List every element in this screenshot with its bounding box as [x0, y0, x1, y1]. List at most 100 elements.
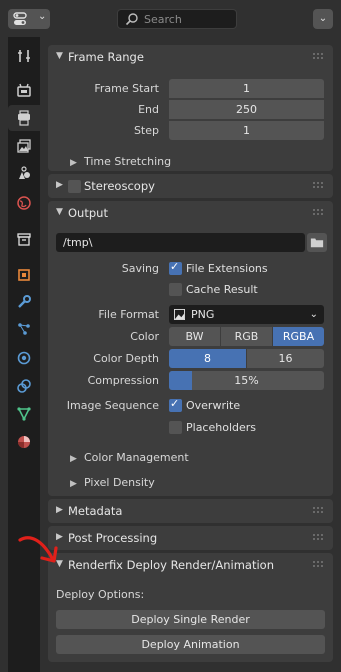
- annotation-arrow-icon: [18, 536, 58, 563]
- metadata-header[interactable]: ▶ Metadata: [48, 499, 333, 523]
- frame-range-panel: ▼ Frame Range Frame Start 1 End 250 Step…: [48, 45, 333, 171]
- view-layer-tab[interactable]: [14, 136, 34, 156]
- file-format-value: PNG: [191, 308, 215, 321]
- frame-step-label: Step: [133, 124, 159, 137]
- stereoscopy-checkbox[interactable]: [68, 180, 81, 193]
- compression-slider[interactable]: 15%: [169, 371, 324, 390]
- deploy-single-render-button[interactable]: Deploy Single Render: [56, 610, 325, 629]
- panel-title: Metadata: [68, 504, 123, 518]
- panel-title: Output: [68, 206, 108, 220]
- drag-handle-icon[interactable]: [313, 561, 325, 569]
- tool-tab[interactable]: [14, 46, 34, 66]
- drag-handle-icon[interactable]: [313, 53, 325, 61]
- saving-label: Saving: [121, 262, 159, 275]
- mesh-data-icon: [17, 407, 31, 421]
- object-tab[interactable]: [14, 265, 34, 285]
- frame-start-label: Frame Start: [94, 82, 159, 95]
- file-extensions-checkbox[interactable]: [169, 260, 182, 275]
- compression-label: Compression: [87, 374, 159, 387]
- cache-result-label: Cache Result: [186, 283, 258, 296]
- color-depth-label: Color Depth: [93, 352, 159, 365]
- physics-icon: [17, 351, 31, 365]
- constraints-tab[interactable]: [14, 376, 34, 396]
- frame-start-field[interactable]: 1: [169, 79, 324, 98]
- frame-step-field[interactable]: 1: [169, 121, 324, 140]
- output-icon: [18, 110, 30, 126]
- material-tab[interactable]: [14, 432, 34, 452]
- options-dropdown-button[interactable]: ⌄: [313, 9, 333, 29]
- chevron-down-icon: ▼: [56, 51, 63, 61]
- color-rgb-option[interactable]: RGB: [221, 327, 272, 346]
- deploy-animation-button[interactable]: Deploy Animation: [56, 635, 325, 654]
- scene-tab[interactable]: [14, 163, 34, 183]
- frame-range-header[interactable]: ▼ Frame Range: [48, 45, 333, 69]
- subpanel-title: Color Management: [84, 451, 189, 464]
- color-depth-16-option[interactable]: 16: [247, 349, 324, 368]
- properties-editor-icon: [13, 12, 27, 25]
- properties-header: ⌄ Search ⌄: [0, 0, 341, 37]
- chevron-right-icon: ▶: [70, 479, 77, 489]
- drag-handle-icon[interactable]: [313, 182, 325, 190]
- placeholders-label: Placeholders: [186, 421, 257, 434]
- collection-icon: [17, 233, 31, 246]
- properties-tab-strip: [8, 37, 40, 672]
- wrench-icon: [18, 295, 31, 308]
- renderfix-panel: ▼ Renderfix Deploy Render/Animation Depl…: [48, 553, 333, 662]
- search-placeholder: Search: [144, 13, 182, 26]
- image-icon: [174, 309, 185, 320]
- chevron-right-icon: ▶: [56, 180, 63, 190]
- particles-tab[interactable]: [14, 319, 34, 339]
- subpanel-title: Pixel Density: [84, 476, 155, 489]
- frame-end-field[interactable]: 250: [169, 100, 324, 119]
- search-input[interactable]: Search: [117, 9, 237, 29]
- metadata-panel: ▶ Metadata: [48, 499, 333, 523]
- material-icon: [18, 436, 30, 448]
- output-tab[interactable]: [8, 105, 40, 131]
- panel-title: Post Processing: [68, 531, 158, 545]
- view-layer-icon: [17, 139, 31, 153]
- drag-handle-icon[interactable]: [313, 507, 325, 515]
- data-tab[interactable]: [14, 404, 34, 424]
- modifier-tab[interactable]: [14, 292, 34, 312]
- render-icon: [17, 83, 31, 97]
- color-label: Color: [130, 330, 159, 343]
- overwrite-checkbox[interactable]: [169, 397, 182, 412]
- output-header[interactable]: ▼ Output: [48, 201, 333, 225]
- pixel-density-subpanel[interactable]: ▶ Pixel Density: [70, 476, 155, 489]
- browse-folder-button[interactable]: [307, 233, 327, 252]
- chevron-right-icon: ▶: [70, 158, 77, 168]
- drag-handle-icon[interactable]: [313, 534, 325, 542]
- panel-title: Frame Range: [68, 50, 144, 64]
- color-management-subpanel[interactable]: ▶ Color Management: [70, 451, 189, 464]
- panel-title: Renderfix Deploy Render/Animation: [68, 558, 275, 572]
- cache-result-checkbox[interactable]: [169, 283, 182, 296]
- particles-icon: [18, 323, 30, 335]
- compression-value: 15%: [234, 374, 259, 387]
- post-processing-header[interactable]: ▶ Post Processing: [48, 526, 333, 550]
- folder-icon: [310, 238, 324, 248]
- render-tab[interactable]: [14, 80, 34, 100]
- color-bw-option[interactable]: BW: [169, 327, 220, 346]
- constraints-icon: [17, 379, 31, 393]
- time-stretching-subpanel[interactable]: ▶ Time Stretching: [70, 155, 171, 168]
- search-icon: [125, 13, 138, 26]
- color-depth-8-option[interactable]: 8: [169, 349, 246, 368]
- editor-type-button[interactable]: ⌄: [8, 9, 50, 29]
- chevron-down-icon: ⌄: [309, 309, 318, 320]
- chevron-right-icon: ▶: [70, 454, 77, 464]
- renderfix-header[interactable]: ▼ Renderfix Deploy Render/Animation: [48, 553, 333, 577]
- file-extensions-label: File Extensions: [186, 262, 268, 275]
- drag-handle-icon[interactable]: [313, 209, 325, 217]
- collection-tab[interactable]: [14, 229, 34, 249]
- file-format-dropdown[interactable]: PNG ⌄: [169, 305, 324, 324]
- frame-end-label: End: [138, 103, 159, 116]
- output-path-input[interactable]: /tmp\: [56, 233, 305, 252]
- placeholders-checkbox[interactable]: [169, 421, 182, 434]
- stereoscopy-header[interactable]: ▶ Stereoscopy: [48, 174, 333, 198]
- subpanel-title: Time Stretching: [84, 155, 172, 168]
- physics-tab[interactable]: [14, 348, 34, 368]
- world-tab[interactable]: [14, 193, 34, 213]
- color-rgba-option[interactable]: RGBA: [273, 327, 324, 346]
- overwrite-label: Overwrite: [186, 399, 241, 412]
- output-panel: ▼ Output /tmp\ Saving File Extensions Ca…: [48, 201, 333, 496]
